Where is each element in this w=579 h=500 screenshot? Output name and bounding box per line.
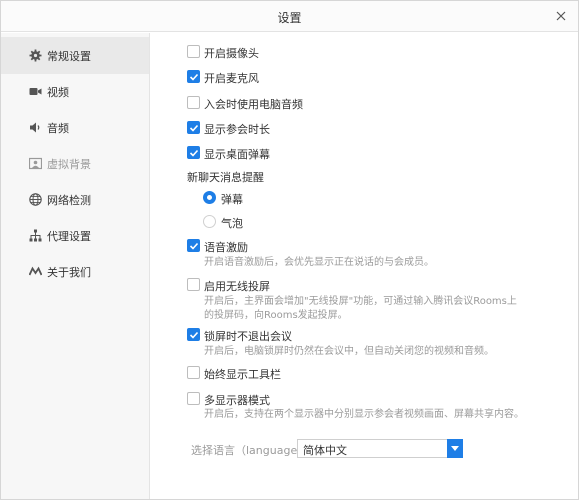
- close-button[interactable]: [552, 7, 570, 25]
- chat-reminder-label: 新聊天消息提醒: [187, 171, 264, 184]
- radio-label: 弹幕: [221, 193, 243, 206]
- pc-audio-checkbox[interactable]: [187, 96, 200, 109]
- desktop-danmaku-checkbox[interactable]: [187, 146, 200, 159]
- title-bar: 设置: [1, 1, 578, 32]
- mic-option-label: 开启麦克风: [204, 72, 259, 85]
- window-title: 设置: [277, 11, 302, 25]
- virtual-background-icon: [29, 157, 42, 170]
- wireless-screen-description-line1: 开启后，主界面会增加"无线投屏"功能，可通过输入腾讯会议Rooms上: [204, 296, 517, 307]
- sidebar: 常规设置 视频 音频 虚拟背景 网络检测 代理设置 关于我们: [1, 33, 150, 499]
- wireless-screen-checkbox[interactable]: [187, 278, 200, 291]
- multi-display-option-label: 多显示器模式: [204, 394, 270, 407]
- checkmark-icon: [189, 331, 199, 339]
- speaker-icon: [29, 121, 42, 134]
- lock-screen-checkbox[interactable]: [187, 328, 200, 341]
- pc-audio-option-label: 入会时使用电脑音频: [204, 98, 303, 111]
- sidebar-item-label: 网络检测: [47, 194, 91, 207]
- sidebar-item-video[interactable]: 视频: [1, 73, 149, 110]
- mic-checkbox[interactable]: [187, 70, 200, 83]
- wireless-screen-description-line2: 的投屏码，向Rooms发起投屏。: [204, 310, 348, 321]
- voice-excitation-checkbox[interactable]: [187, 239, 200, 252]
- multi-display-checkbox[interactable]: [187, 392, 200, 405]
- chevron-down-icon: [451, 446, 459, 451]
- always-toolbar-option-label: 始终显示工具栏: [204, 368, 281, 381]
- sidebar-item-general[interactable]: 常规设置: [1, 37, 149, 74]
- sidebar-item-label: 音频: [47, 122, 69, 135]
- gear-icon: [29, 49, 42, 62]
- wireless-screen-option-label: 启用无线投屏: [204, 280, 270, 293]
- about-logo-icon: [29, 265, 42, 278]
- voice-excitation-option-label: 语音激励: [204, 241, 248, 254]
- chat-reminder-bubble-radio[interactable]: [203, 215, 216, 228]
- checkmark-icon: [189, 124, 199, 132]
- lock-screen-description: 开启后，电脑锁屏时仍然在会议中，但自动关闭您的视频和音频。: [204, 346, 494, 357]
- show-duration-checkbox[interactable]: [187, 121, 200, 134]
- checkmark-icon: [189, 242, 199, 250]
- chat-reminder-danmaku-radio[interactable]: [203, 191, 216, 204]
- language-select[interactable]: 简体中文: [297, 439, 463, 458]
- camera-checkbox[interactable]: [187, 45, 200, 58]
- sidebar-item-virtual-background[interactable]: 虚拟背景: [1, 145, 149, 182]
- network-tree-icon: [29, 229, 42, 242]
- desktop-danmaku-option-label: 显示桌面弹幕: [204, 148, 270, 161]
- language-label: 选择语言（language）: [191, 444, 309, 457]
- show-duration-option-label: 显示参会时长: [204, 123, 270, 136]
- sidebar-item-label: 常规设置: [47, 50, 91, 63]
- sidebar-item-label: 虚拟背景: [47, 158, 91, 171]
- multi-display-description: 开启后，支持在两个显示器中分别显示参会者视频画面、屏幕共享内容。: [204, 409, 524, 420]
- sidebar-item-audio[interactable]: 音频: [1, 109, 149, 146]
- video-camera-icon: [29, 85, 42, 98]
- camera-option-label: 开启摄像头: [204, 47, 259, 60]
- dropdown-arrow-button[interactable]: [447, 439, 463, 458]
- settings-window: 设置 常规设置 视频 音频 虚拟背景 网络检测 代理设置 关于我们 开启摄像头 …: [0, 0, 579, 500]
- sidebar-item-about-us[interactable]: 关于我们: [1, 253, 149, 290]
- language-selected-value: 简体中文: [303, 444, 347, 457]
- close-icon: [556, 11, 566, 21]
- settings-content: 开启摄像头 开启麦克风 入会时使用电脑音频 显示参会时长 显示桌面弹幕 新聊天消…: [151, 33, 578, 499]
- sidebar-item-label: 代理设置: [47, 230, 91, 243]
- sidebar-item-network-check[interactable]: 网络检测: [1, 181, 149, 218]
- checkmark-icon: [189, 73, 199, 81]
- globe-icon: [29, 193, 42, 206]
- sidebar-item-label: 关于我们: [47, 266, 91, 279]
- voice-excitation-description: 开启语音激励后，会优先显示正在说话的与会成员。: [204, 257, 434, 268]
- sidebar-item-proxy-settings[interactable]: 代理设置: [1, 217, 149, 254]
- sidebar-item-label: 视频: [47, 86, 69, 99]
- checkmark-icon: [189, 149, 199, 157]
- lock-screen-option-label: 锁屏时不退出会议: [204, 330, 292, 343]
- always-toolbar-checkbox[interactable]: [187, 366, 200, 379]
- radio-label: 气泡: [221, 217, 243, 230]
